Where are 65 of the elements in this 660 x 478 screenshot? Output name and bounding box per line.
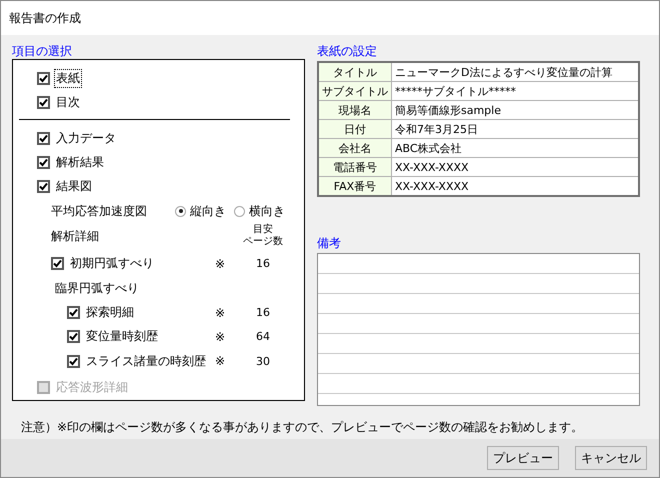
table-cell[interactable]: 令和7年3月25日 [392, 120, 638, 139]
checkbox[interactable] [51, 257, 64, 270]
check-icon [53, 259, 62, 268]
radio-label[interactable]: 横向き [249, 202, 285, 220]
preview-button[interactable]: プレビュー [487, 446, 559, 470]
page-count: 16 [256, 306, 270, 319]
window-title: 報告書の作成 [9, 10, 81, 26]
check-icon [69, 332, 78, 342]
page-count: 30 [256, 354, 270, 368]
option-label: 平均応答加速度図 [51, 202, 148, 220]
section-label: 臨界円弧すべり [55, 280, 140, 297]
checkbox-label[interactable]: 目次 [55, 94, 81, 112]
check-icon [39, 158, 48, 167]
checkbox-label[interactable]: スライス諸量の時刻歴 [85, 352, 207, 370]
check-icon [69, 308, 78, 317]
checkbox-label[interactable]: 入力データ [55, 130, 117, 147]
checkbox[interactable] [37, 180, 50, 194]
table-cell[interactable]: *****サブタイトル***** [392, 82, 638, 101]
check-icon [39, 134, 48, 143]
checkbox[interactable] [37, 132, 50, 145]
note-mark: ※ [215, 256, 226, 271]
column-header: 目安 ページ数 [243, 224, 283, 248]
checkbox-label[interactable]: 初期円弧すべり [69, 255, 155, 272]
checkbox-label[interactable]: 表紙 [55, 70, 81, 87]
note-mark: ※ [215, 330, 226, 344]
group-title: 表紙の設定 [317, 43, 377, 59]
table-cell: 現場名 [319, 101, 392, 120]
checkbox[interactable] [67, 330, 80, 344]
checkbox-label[interactable]: 変位量時刻歴 [85, 328, 159, 346]
remarks-field[interactable] [317, 253, 640, 406]
checkbox-label[interactable]: 解析結果 [55, 154, 105, 171]
radio-button[interactable] [175, 206, 186, 217]
radio-button[interactable] [234, 206, 245, 217]
note-mark: ※ [215, 306, 226, 320]
checkbox-label[interactable]: 探索明細 [85, 304, 135, 321]
note-text: 注意）※印の欄はページ数が多くなる事がありますので、プレビューでページ数の確認をお勧めします。 [21, 419, 584, 433]
section-label: 解析詳細 [51, 228, 100, 245]
table-cell: 会社名 [319, 139, 392, 158]
table-cell: 日付 [319, 120, 392, 139]
radio-label[interactable]: 縦向き [190, 202, 226, 220]
table-cell[interactable]: XX-XXX-XXXX [392, 177, 638, 195]
group-title: 項目の選択 [12, 43, 72, 59]
table-cell: 電話番号 [319, 158, 392, 177]
check-icon [39, 182, 48, 192]
table-cell[interactable]: ABC株式会社 [392, 139, 638, 158]
group-title: 備考 [317, 235, 341, 251]
table-cell[interactable]: 簡易等価線形sample [392, 101, 638, 120]
checkbox[interactable] [67, 306, 80, 319]
page-count: 64 [256, 330, 270, 344]
table-cell: サブタイトル [319, 82, 392, 101]
table-cell[interactable]: ニューマークD法によるすべり変位量の計算 [392, 63, 638, 82]
table-cell: FAX番号 [319, 177, 392, 195]
table-cell[interactable]: XX-XXX-XXXX [392, 158, 638, 177]
checkbox[interactable] [37, 72, 50, 85]
checkbox-label[interactable]: 結果図 [55, 178, 93, 196]
checkbox[interactable] [37, 156, 50, 169]
check-icon [69, 356, 78, 366]
page-count: 16 [256, 257, 270, 270]
note-mark: ※ [215, 354, 226, 368]
table-cell: タイトル [319, 63, 392, 82]
check-icon [39, 98, 48, 108]
check-icon [39, 74, 48, 83]
cancel-button[interactable]: キャンセル [575, 446, 647, 470]
checkbox[interactable] [37, 96, 50, 110]
checkbox[interactable] [67, 354, 80, 368]
